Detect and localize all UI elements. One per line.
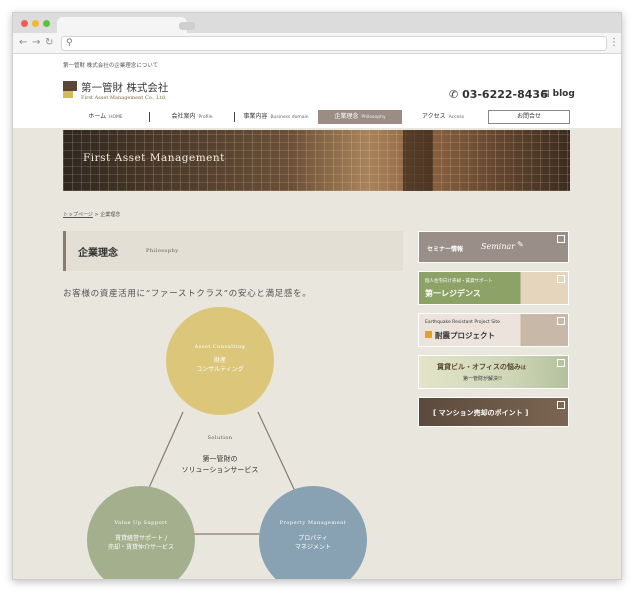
- blog-link-label: blog: [552, 89, 575, 99]
- breadcrumb-home-link[interactable]: トップページ: [63, 212, 93, 218]
- close-window-button[interactable]: [21, 20, 28, 27]
- breadcrumb-separator: >: [94, 212, 99, 218]
- asset-consulting-label: Asset Consulting 財産 コンサルティング: [166, 344, 274, 374]
- nav-label: アクセス: [421, 113, 446, 120]
- external-link-icon: [557, 317, 565, 325]
- seminar-banner-jp: セミナー情報: [427, 246, 464, 253]
- solution-label-en: Solution: [207, 435, 233, 441]
- browser-toolbar: ← → ↻ ⚲ ⋮: [13, 33, 621, 54]
- nav-label-en: Access: [448, 115, 465, 120]
- search-icon: ⚲: [66, 38, 73, 48]
- page-title-en: Philosophy: [146, 248, 179, 254]
- hero-banner: First Asset Management: [63, 130, 570, 191]
- contact-button[interactable]: お問合せ: [488, 110, 570, 124]
- page-title-box: 企業理念 Philosophy: [63, 231, 403, 271]
- nav-label-en: HOME: [109, 115, 123, 120]
- company-logo-icon[interactable]: [63, 81, 77, 98]
- browser-titlebar: [13, 13, 621, 33]
- header-tagline: 第一管財 株式会社の企業理念について: [63, 63, 159, 69]
- earthquake-banner-title: 耐震プロジェクト: [435, 331, 495, 340]
- property-management-label: Property Management プロパティ マネジメント: [253, 520, 373, 552]
- maximize-window-button[interactable]: [43, 20, 50, 27]
- phone-icon: ✆: [449, 88, 459, 101]
- asset-consulting-en: Asset Consulting: [194, 344, 246, 350]
- quake-icon: [425, 331, 432, 338]
- residence-banner-title: 第一レジデンス: [425, 289, 481, 298]
- trouble-solution-banner[interactable]: 賃貸ビル・オフィスの悩みは 第一管財が解決!!: [418, 355, 569, 389]
- nav-label: 企業理念: [334, 113, 359, 120]
- external-link-icon: [557, 235, 565, 243]
- earthquake-banner-small: Earthquake Resistant Project Site: [425, 320, 500, 325]
- trouble-banner-line2: 第一管財が解決!!: [463, 376, 503, 382]
- nav-item-philosophy[interactable]: 企業理念 Philosophy: [318, 110, 402, 124]
- back-arrow-icon[interactable]: ←: [19, 36, 27, 50]
- external-link-icon: [557, 401, 565, 409]
- property-management-en: Property Management: [279, 520, 347, 526]
- value-up-support-jp2: 売却・賃貸仲介サービス: [107, 544, 174, 551]
- browser-tab[interactable]: [57, 17, 187, 33]
- external-link-icon: [557, 275, 565, 283]
- nav-item-home[interactable]: ホーム HOME: [63, 110, 148, 124]
- nav-label-en: Profile: [198, 115, 213, 120]
- solution-label-jp2: ソリューションサービス: [181, 466, 259, 474]
- hero-tower-image: [403, 130, 433, 191]
- lead-text: お客様の資産活用に“ファーストクラス”の安心と満足感を。: [63, 289, 312, 299]
- nav-label-en: Philosophy: [361, 115, 386, 120]
- nav-item-business[interactable]: 事業内容 Business domain: [236, 110, 316, 124]
- value-up-support-jp1: 賃貸経営サポート /: [115, 535, 167, 542]
- trouble-banner-line1: 賃貸ビル・オフィスの悩みは: [437, 362, 526, 372]
- seminar-banner[interactable]: セミナー情報 Seminar ✎: [418, 231, 569, 263]
- solution-label-jp: 第一管財の ソリューションサービス: [160, 454, 280, 476]
- solution-diagram: Asset Consulting 財産 コンサルティング Value Up Su…: [63, 304, 400, 579]
- property-management-jp2: マネジメント: [294, 544, 331, 551]
- nav-label-en: Business domain: [270, 115, 309, 120]
- mansion-banner-title-text: マンション売却のポイント: [438, 409, 523, 417]
- asset-consulting-jp1: 財産: [213, 357, 226, 364]
- asset-consulting-jp2: コンサルティング: [196, 366, 244, 373]
- seminar-banner-en: Seminar: [481, 242, 516, 251]
- solution-label-jp1: 第一管財の: [202, 455, 238, 463]
- mansion-sale-banner[interactable]: [ マンション売却のポイント ]: [418, 397, 569, 427]
- residence-banner-small: 個人住宅向け売却・賃貸サポート: [425, 279, 493, 284]
- property-management-jp1: プロパティ: [298, 535, 328, 542]
- nav-label: 会社案内: [171, 113, 196, 120]
- pencil-icon: ✎: [517, 240, 524, 249]
- trouble-banner-line1-text: 賃貸ビル・オフィスの悩み: [437, 363, 521, 371]
- blog-link[interactable]: ▤ blog: [541, 89, 575, 99]
- nav-label: 事業内容: [243, 113, 268, 120]
- page-title: 企業理念: [78, 248, 118, 259]
- external-link-icon: [557, 359, 565, 367]
- phone-number-text: 03-6222-8436: [462, 88, 548, 101]
- earthquake-project-banner[interactable]: Earthquake Resistant Project Site 耐震プロジェ…: [418, 313, 569, 347]
- forward-arrow-icon[interactable]: →: [32, 36, 40, 50]
- company-name-en: First Asset Management Co., Ltd.: [81, 95, 167, 101]
- address-bar[interactable]: ⚲: [61, 36, 607, 51]
- trouble-banner-suffix: は: [520, 365, 526, 371]
- nav-item-access[interactable]: アクセス Access: [403, 110, 483, 124]
- blog-icon: ▤: [541, 89, 550, 99]
- breadcrumb-current: 企業理念: [100, 212, 121, 218]
- browser-menu-icon[interactable]: ⋮: [609, 36, 619, 50]
- nav-label: ホーム: [88, 113, 107, 120]
- breadcrumb: トップページ > 企業理念: [63, 211, 120, 218]
- site-header: 第一管財 株式会社の企業理念について 第一管財 株式会社 First Asset…: [13, 54, 621, 128]
- company-name[interactable]: 第一管財 株式会社: [81, 80, 168, 95]
- value-up-support-en: Value Up Support: [114, 520, 168, 526]
- nav-divider: [234, 112, 235, 122]
- new-tab-button[interactable]: [179, 22, 195, 30]
- global-nav: ホーム HOME 会社案内 Profile 事業内容 Business domain …: [63, 110, 571, 124]
- residence-banner[interactable]: 個人住宅向け売却・賃貸サポート 第一レジデンス: [418, 271, 569, 305]
- value-up-support-label: Value Up Support 賃貸経営サポート / 売却・賃貸仲介サービス: [77, 520, 205, 552]
- hero-title: First Asset Management: [83, 152, 225, 164]
- nav-divider: [149, 112, 150, 122]
- web-page: 第一管財 株式会社の企業理念について 第一管財 株式会社 First Asset…: [13, 54, 621, 579]
- minimize-window-button[interactable]: [32, 20, 39, 27]
- browser-window: ← → ↻ ⚲ ⋮ 第一管財 株式会社の企業理念について 第一管財 株式会社 F…: [12, 12, 622, 580]
- nav-item-profile[interactable]: 会社案内 Profile: [151, 110, 233, 124]
- phone-number: ✆ 03-6222-8436: [449, 88, 548, 101]
- mansion-banner-title: [ マンション売却のポイント ]: [433, 409, 529, 417]
- reload-icon[interactable]: ↻: [45, 36, 53, 50]
